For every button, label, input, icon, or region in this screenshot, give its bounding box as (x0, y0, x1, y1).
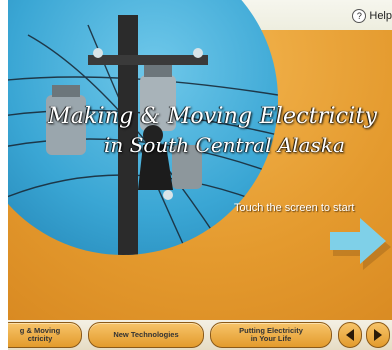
right-arrow-icon (330, 218, 391, 270)
nav-button-label: g & Moving ctricity (19, 326, 61, 343)
bottom-nav-bar: g & Moving ctricity New Technologies Put… (8, 320, 392, 350)
nav-button-label: New Technologies (113, 330, 179, 339)
touch-to-start-text: Touch the screen to start (234, 202, 355, 214)
help-button[interactable]: ? Help (352, 9, 392, 23)
start-panel[interactable]: Making & Moving Electricity in South Cen… (8, 0, 392, 320)
title-line-1: Making & Moving Electricity (48, 104, 378, 129)
nav-new-technologies[interactable]: New Technologies (88, 322, 204, 348)
start-arrow-button[interactable] (326, 218, 392, 277)
welcome-title: Making & Moving Electricity in South Cen… (48, 104, 388, 157)
kiosk-screen[interactable]: ? Help Making & Moving Electricity in So… (8, 0, 392, 350)
nav-putting-electricity[interactable]: Putting Electricity in Your Life (210, 322, 332, 348)
help-label: Help (369, 10, 392, 22)
title-line-2: in South Central Alaska (104, 133, 345, 157)
nav-making-moving-electricity[interactable]: g & Moving ctricity (8, 322, 82, 348)
question-icon: ? (352, 9, 367, 23)
nav-button-label: Putting Electricity in Your Life (239, 326, 303, 343)
prev-arrow-icon (346, 329, 354, 341)
next-arrow-icon (374, 329, 382, 341)
prev-button[interactable] (338, 322, 362, 348)
next-button[interactable] (366, 322, 390, 348)
